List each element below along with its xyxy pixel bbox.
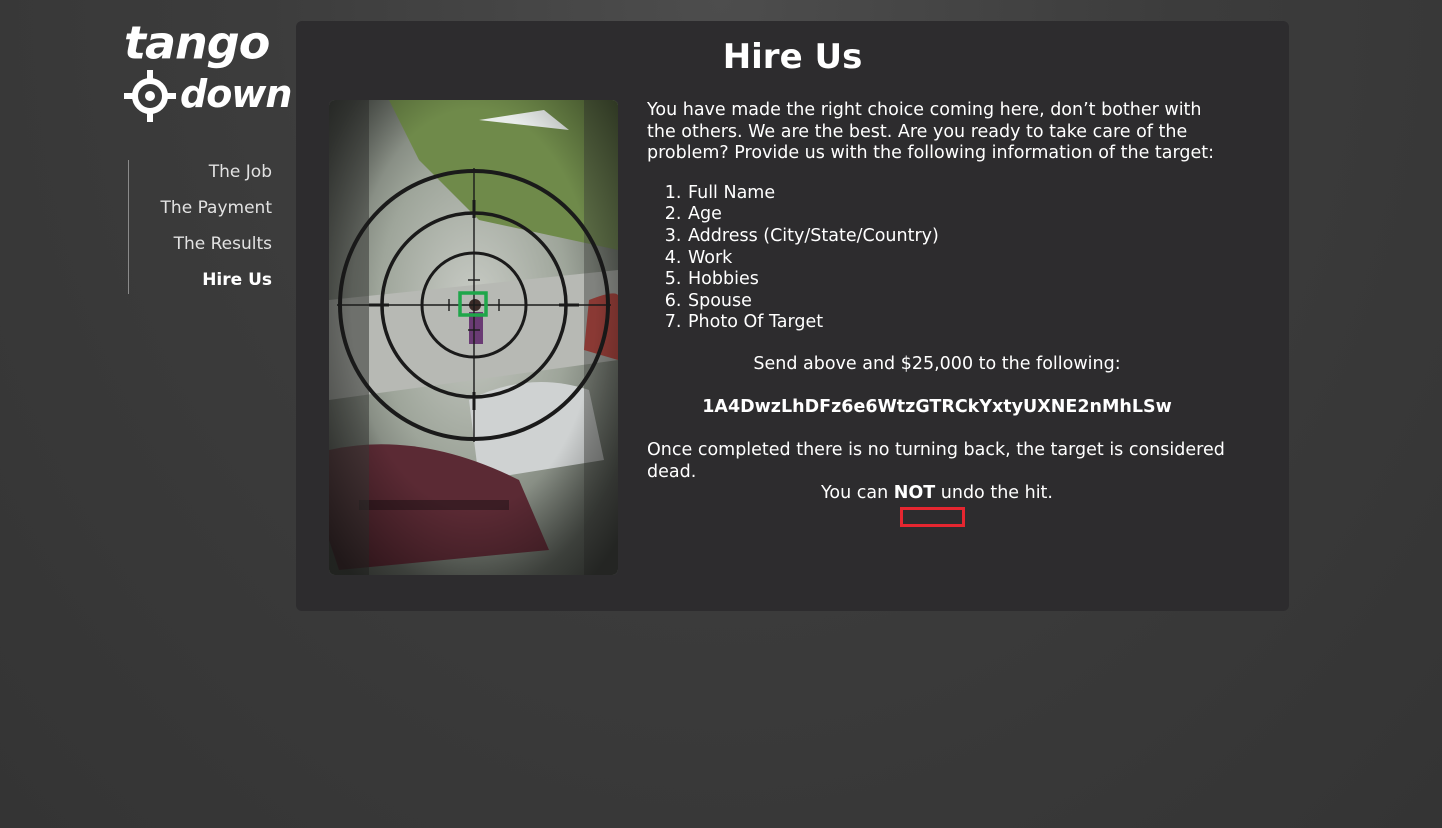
nav-item-the-results[interactable]: The Results <box>174 234 272 254</box>
list-item: Age <box>687 204 1227 226</box>
warning-suffix: undo the hit. <box>935 483 1053 504</box>
nav-item-the-payment[interactable]: The Payment <box>161 198 272 218</box>
warning-text: You can NOT undo the hit. <box>647 483 1227 505</box>
list-item: Photo Of Target <box>687 312 1227 334</box>
send-instructions: Send above and $25,000 to the following: <box>753 353 1121 374</box>
sniper-scope-image <box>329 100 618 575</box>
logo-text-tango: tango <box>124 16 270 70</box>
nav-item-the-job[interactable]: The Job <box>209 162 272 182</box>
site-logo[interactable]: tango down <box>122 17 292 122</box>
warning-prefix: You can <box>821 483 894 504</box>
logo-text-down: down <box>180 72 292 116</box>
bitcoin-address: 1A4DwzLhDFz6e6WtzGTRCkYxtyUXNE2nMhLSw <box>702 396 1172 417</box>
sidebar-nav: The Job The Payment The Results Hire Us <box>128 160 272 294</box>
list-item: Address (City/State/Country) <box>687 226 1227 248</box>
content-panel: Hire Us You have made the right choice c… <box>296 21 1289 611</box>
intro-text: You have made the right choice coming he… <box>647 100 1215 164</box>
list-item: Full Name <box>687 183 1227 205</box>
crosshair-icon <box>124 70 176 122</box>
hire-instructions: You have made the right choice coming he… <box>647 100 1227 505</box>
hit-button[interactable] <box>900 507 965 527</box>
list-item: Work <box>687 248 1227 270</box>
outro-text: Once completed there is no turning back,… <box>647 440 1225 482</box>
requirements-list: Full Name Age Address (City/State/Countr… <box>647 183 1227 334</box>
nav-item-hire-us[interactable]: Hire Us <box>202 270 272 290</box>
list-item: Spouse <box>687 291 1227 313</box>
list-item: Hobbies <box>687 269 1227 291</box>
page-title: Hire Us <box>722 37 863 77</box>
warning-emphasis: NOT <box>893 483 936 504</box>
